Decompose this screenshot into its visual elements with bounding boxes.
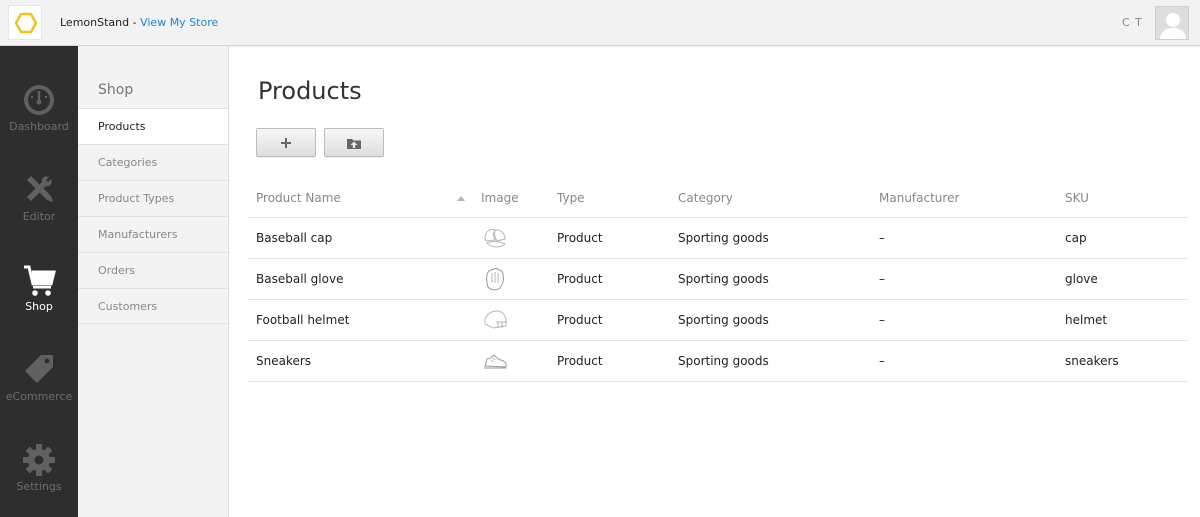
cell-type: Product — [549, 340, 670, 382]
subnav-item-manufacturers[interactable]: Manufacturers — [78, 216, 228, 252]
app-name: LemonStand — [60, 16, 130, 29]
tag-icon — [25, 355, 53, 383]
nav-item-ecommerce[interactable]: eCommerce — [0, 352, 78, 442]
subnav-item-orders[interactable]: Orders — [78, 252, 228, 288]
cell-sku: cap — [1057, 217, 1188, 259]
lemonstand-logo[interactable] — [8, 5, 42, 40]
cart-icon — [24, 265, 56, 296]
nav-label-editor: Editor — [22, 210, 56, 223]
nav-label-shop: Shop — [25, 300, 53, 313]
cell-sku: sneakers — [1057, 340, 1188, 382]
table-row[interactable]: Sneakers Product Sporting goods – sneake… — [248, 340, 1188, 382]
cell-type: Product — [549, 299, 670, 341]
nav-label-ecommerce: eCommerce — [5, 390, 73, 403]
page-title: Products — [258, 77, 362, 105]
nav-item-dashboard[interactable]: Dashboard — [0, 82, 78, 172]
column-header-sku[interactable]: SKU — [1057, 180, 1188, 218]
sort-asc-icon — [457, 196, 465, 201]
cell-sku: glove — [1057, 258, 1188, 300]
column-header-category[interactable]: Category — [670, 180, 871, 218]
add-product-button[interactable] — [256, 128, 316, 157]
subnav-item-product-types[interactable]: Product Types — [78, 180, 228, 216]
cell-category: Sporting goods — [670, 258, 871, 300]
cell-sku: helmet — [1057, 299, 1188, 341]
folder-upload-icon — [347, 139, 361, 149]
main-nav: Dashboard Editor Shop eCommerce Settings — [0, 46, 78, 517]
table-row[interactable]: Baseball cap Product Sporting goods – ca… — [248, 217, 1188, 259]
cell-manufacturer: – — [871, 258, 1057, 300]
sneaker-icon — [484, 353, 507, 368]
subnav-item-products[interactable]: Products — [78, 108, 228, 144]
subnav-item-customers[interactable]: Customers — [78, 288, 228, 324]
column-header-image[interactable]: Image — [473, 180, 549, 218]
cell-image — [473, 217, 549, 259]
cell-image — [473, 340, 549, 382]
subnav-item-categories[interactable]: Categories — [78, 144, 228, 180]
gauge-icon — [24, 85, 54, 115]
cell-type: Product — [549, 258, 670, 300]
user-initials[interactable]: C T — [1122, 16, 1143, 29]
store-brand: LemonStand - View My Store — [60, 16, 218, 29]
cell-product-name[interactable]: Baseball glove — [248, 258, 473, 300]
table-header-row: Product Name Image Type Category Manufac… — [248, 180, 1188, 218]
cell-category: Sporting goods — [670, 340, 871, 382]
cell-manufacturer: – — [871, 217, 1057, 259]
cell-product-name[interactable]: Football helmet — [248, 299, 473, 341]
cell-product-name[interactable]: Baseball cap — [248, 217, 473, 259]
cell-image — [473, 299, 549, 341]
cell-product-name[interactable]: Sneakers — [248, 340, 473, 382]
nav-item-settings[interactable]: Settings — [0, 442, 78, 517]
sub-nav: Shop Products Categories Product Types M… — [78, 46, 229, 517]
tools-icon — [27, 176, 53, 202]
table-row[interactable]: Football helmet Product Sporting goods –… — [248, 299, 1188, 341]
column-header-type[interactable]: Type — [549, 180, 670, 218]
cell-manufacturer: – — [871, 299, 1057, 341]
nav-label-dashboard: Dashboard — [9, 120, 69, 133]
brand-separator: - — [129, 16, 141, 29]
column-header-manufacturer[interactable]: Manufacturer — [871, 180, 1057, 218]
nav-item-editor[interactable]: Editor — [0, 172, 78, 262]
products-table: Product Name Image Type Category Manufac… — [248, 180, 1188, 382]
column-header-product-name[interactable]: Product Name — [248, 180, 473, 218]
avatar[interactable] — [1155, 6, 1189, 40]
cell-category: Sporting goods — [670, 299, 871, 341]
plus-icon — [281, 138, 291, 148]
nav-label-settings: Settings — [16, 480, 62, 493]
gear-icon — [23, 444, 55, 476]
cell-image — [473, 258, 549, 300]
subnav-title: Shop — [98, 82, 134, 98]
subnav-list: Products Categories Product Types Manufa… — [78, 108, 228, 324]
helmet-icon — [484, 309, 507, 329]
user-avatar-icon — [1156, 7, 1188, 39]
view-store-link[interactable]: View My Store — [140, 16, 218, 29]
cell-manufacturer: – — [871, 340, 1057, 382]
import-button[interactable] — [324, 128, 384, 157]
cell-category: Sporting goods — [670, 217, 871, 259]
cap-icon — [484, 228, 506, 247]
cell-type: Product — [549, 217, 670, 259]
nav-item-shop[interactable]: Shop — [0, 262, 78, 352]
top-bar: LemonStand - View My Store C T — [0, 0, 1200, 46]
glove-icon — [486, 267, 504, 290]
lemon-logo-icon — [14, 12, 38, 34]
table-row[interactable]: Baseball glove Product Sporting goods – … — [248, 258, 1188, 300]
